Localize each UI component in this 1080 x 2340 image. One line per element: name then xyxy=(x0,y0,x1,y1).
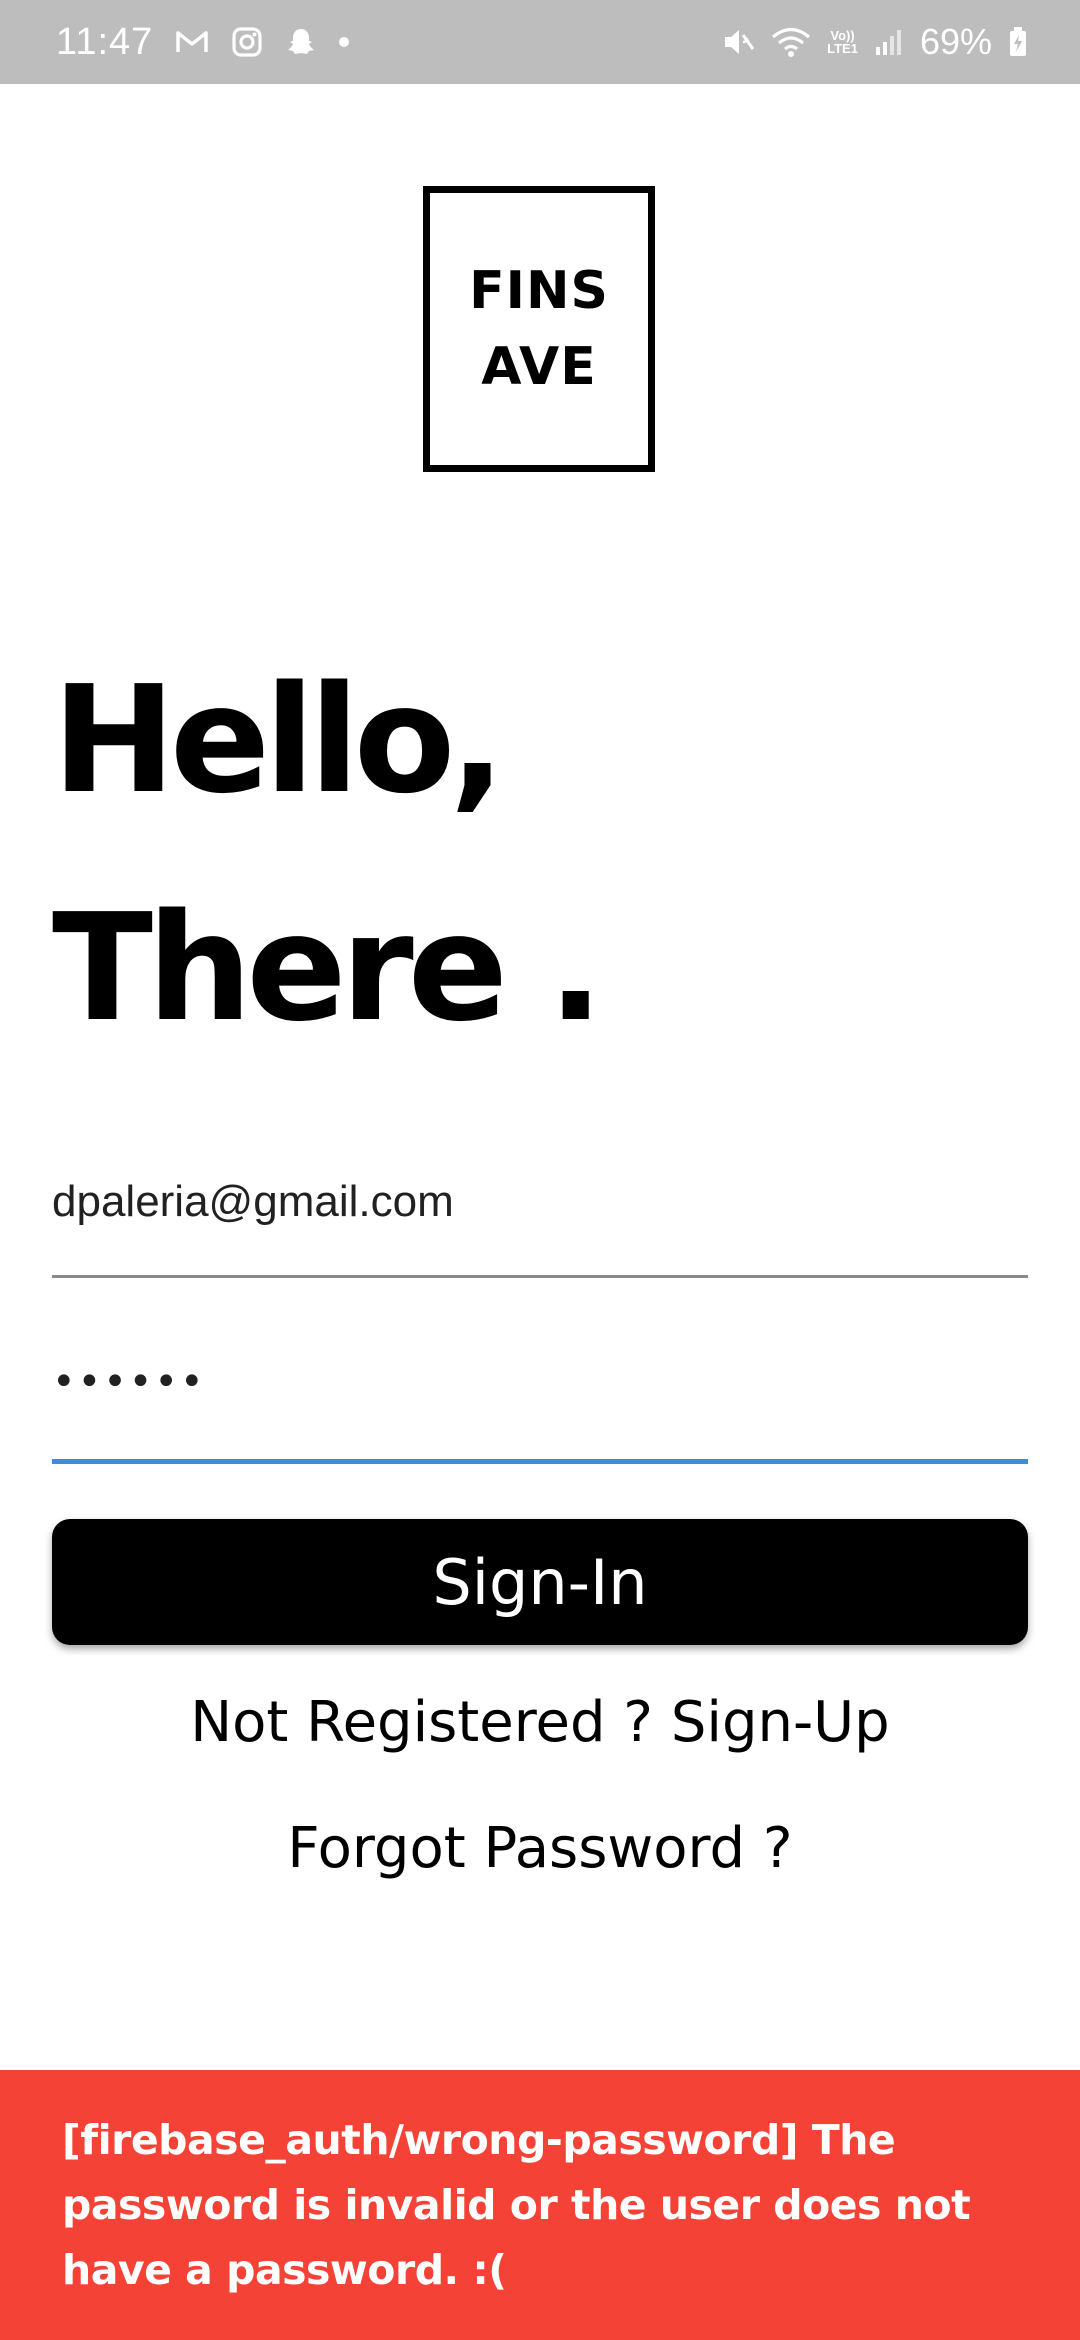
password-input[interactable] xyxy=(52,1346,1028,1418)
signin-button[interactable]: Sign-In xyxy=(52,1519,1028,1645)
gmail-icon xyxy=(175,29,209,55)
signal-icon xyxy=(874,27,904,57)
email-field[interactable] xyxy=(52,1166,1028,1278)
email-input[interactable] xyxy=(52,1166,1028,1238)
status-time: 11:47 xyxy=(56,20,154,63)
error-snackbar: [firebase_auth/wrong-password] The passw… xyxy=(0,2070,1080,2340)
logo-line-1: FINS xyxy=(469,261,609,321)
forgot-password-link[interactable]: Forgot Password ? xyxy=(0,1816,1080,1881)
greeting-line-1: Hello, xyxy=(52,654,506,826)
status-bar-left: 11:47 xyxy=(56,0,350,84)
instagram-icon xyxy=(231,26,263,58)
greeting-line-2: There . xyxy=(52,882,604,1054)
battery-percent: 69% xyxy=(919,21,992,62)
snapchat-icon xyxy=(285,26,317,58)
mute-icon xyxy=(721,26,755,58)
status-bar-right: Vo)) LTE1 69% xyxy=(721,0,1028,84)
status-bar: 11:47 Vo)) LTE1 69% xyxy=(0,0,1080,84)
lte-label: LTE1 xyxy=(827,41,858,56)
logo-line-2: AVE xyxy=(481,337,597,397)
error-message: [firebase_auth/wrong-password] The passw… xyxy=(62,2116,971,2294)
password-field[interactable] xyxy=(52,1346,1028,1464)
wifi-icon xyxy=(771,26,811,58)
notification-dot-icon xyxy=(339,37,350,47)
signup-link[interactable]: Not Registered ? Sign-Up xyxy=(0,1690,1080,1755)
app-logo: FINS AVE xyxy=(423,186,655,472)
battery-charging-icon xyxy=(1008,26,1028,58)
volte-lte-icon: Vo)) LTE1 xyxy=(827,29,858,55)
